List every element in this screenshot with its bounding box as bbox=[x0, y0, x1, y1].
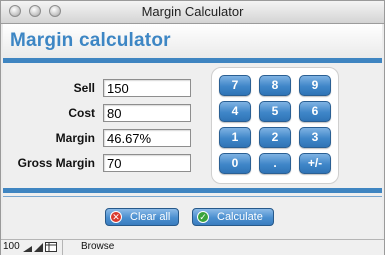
checkmark-icon: ✓ bbox=[197, 211, 209, 223]
key-2[interactable]: 2 bbox=[259, 127, 291, 148]
key-9[interactable]: 9 bbox=[299, 75, 331, 96]
key-5[interactable]: 5 bbox=[259, 101, 291, 122]
key-7[interactable]: 7 bbox=[219, 75, 251, 96]
zoom-level[interactable]: 100 bbox=[3, 241, 20, 252]
header-divider bbox=[3, 58, 382, 63]
header: Margin calculator bbox=[3, 24, 382, 58]
key-1[interactable]: 1 bbox=[219, 127, 251, 148]
keypad: 7 8 9 4 5 6 1 2 3 0 . +/- bbox=[211, 67, 339, 184]
key-0[interactable]: 0 bbox=[219, 153, 251, 174]
gross-margin-field[interactable]: 70 bbox=[103, 154, 191, 172]
zoom-in-icon[interactable] bbox=[34, 243, 43, 252]
key-sign-toggle[interactable]: +/- bbox=[299, 153, 331, 174]
app-window: Margin Calculator Margin calculator Sell… bbox=[0, 0, 385, 255]
calculate-label: Calculate bbox=[217, 211, 263, 223]
window-title: Margin Calculator bbox=[141, 4, 244, 19]
margin-field[interactable]: 46.67% bbox=[103, 129, 191, 147]
key-4[interactable]: 4 bbox=[219, 101, 251, 122]
footer-divider bbox=[3, 188, 382, 193]
layout-mode-icon[interactable] bbox=[45, 242, 57, 252]
key-3[interactable]: 3 bbox=[299, 127, 331, 148]
gross-margin-label: Gross Margin bbox=[17, 156, 95, 170]
clear-all-label: Clear all bbox=[130, 211, 171, 223]
zoom-out-icon[interactable] bbox=[23, 243, 32, 252]
clear-icon: ✕ bbox=[110, 211, 122, 223]
page-title: Margin calculator bbox=[10, 30, 171, 51]
title-bar: Margin Calculator bbox=[1, 1, 384, 24]
mode-label: Browse bbox=[81, 241, 115, 252]
cost-field[interactable]: 80 bbox=[103, 104, 191, 122]
main-content: Margin calculator Sell 150 Cost 80 Margi… bbox=[3, 24, 382, 239]
footer-divider-line bbox=[3, 196, 382, 197]
status-bar: 100 Browse bbox=[1, 239, 384, 255]
status-divider bbox=[62, 240, 63, 255]
sell-label: Sell bbox=[73, 81, 95, 95]
margin-label: Margin bbox=[55, 131, 95, 145]
sell-field[interactable]: 150 bbox=[103, 79, 191, 97]
calculate-button[interactable]: ✓ Calculate bbox=[192, 208, 274, 226]
key-decimal[interactable]: . bbox=[259, 153, 291, 174]
key-6[interactable]: 6 bbox=[299, 101, 331, 122]
cost-label: Cost bbox=[68, 106, 95, 120]
clear-all-button[interactable]: ✕ Clear all bbox=[105, 208, 179, 226]
key-8[interactable]: 8 bbox=[259, 75, 291, 96]
